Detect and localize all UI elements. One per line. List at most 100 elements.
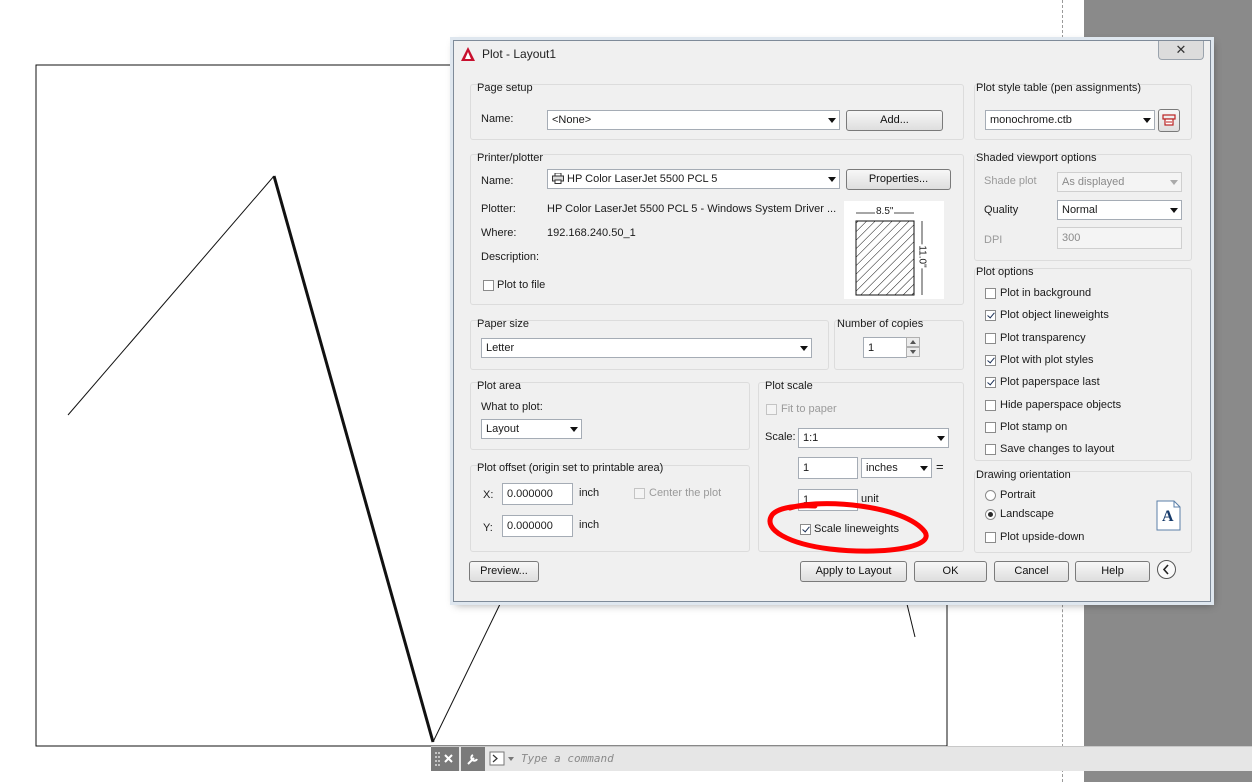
customize-wrench-icon[interactable]: [461, 747, 485, 771]
paper-size-select[interactable]: Letter: [481, 338, 812, 358]
drawing-line-thick: [272, 175, 435, 743]
dpi-label: DPI: [984, 234, 1003, 246]
plot-option-label[interactable]: Save changes to layout: [1000, 443, 1114, 455]
plot-upside-down-checkbox[interactable]: [985, 532, 996, 543]
printer-properties-button[interactable]: Properties...: [846, 169, 951, 190]
quality-select[interactable]: Normal: [1057, 200, 1182, 220]
plot-option-label[interactable]: Hide paperspace objects: [1000, 399, 1121, 411]
cancel-button[interactable]: Cancel: [994, 561, 1069, 582]
scale-lineweights-checkbox[interactable]: [800, 524, 811, 535]
landscape-label[interactable]: Landscape: [1000, 508, 1054, 520]
quality-label: Quality: [984, 204, 1019, 216]
chevron-down-icon: [1143, 118, 1151, 123]
number-of-copies-label: Number of copies: [837, 318, 924, 330]
drawing-orientation-label: Drawing orientation: [976, 469, 1071, 481]
plot-upside-down-label[interactable]: Plot upside-down: [1000, 531, 1084, 543]
ok-button[interactable]: OK: [914, 561, 987, 582]
printer-name-select[interactable]: HP Color LaserJet 5500 PCL 5: [547, 169, 840, 189]
chevron-down-icon: [1170, 180, 1178, 185]
copies-spinner[interactable]: [906, 337, 920, 357]
dpi-input[interactable]: 300: [1057, 227, 1182, 249]
center-the-plot-label: Center the plot: [649, 487, 722, 499]
command-input[interactable]: Type a command: [521, 752, 614, 765]
fit-to-paper-checkbox[interactable]: [766, 404, 777, 415]
portrait-label[interactable]: Portrait: [1000, 489, 1035, 501]
chevron-down-icon: [1170, 208, 1178, 213]
plot-option-label[interactable]: Plot transparency: [1000, 332, 1086, 344]
plot-style-table-select[interactable]: monochrome.ctb: [985, 110, 1155, 130]
paper-width-label: 8.5": [875, 206, 895, 217]
plot-scale-label: Plot scale: [765, 380, 813, 392]
description-label: Description:: [481, 251, 540, 263]
plot-to-file-checkbox[interactable]: [483, 280, 494, 291]
plotter-value: HP Color LaserJet 5500 PCL 5 - Windows S…: [547, 203, 837, 215]
scale-equals: =: [936, 459, 944, 474]
offset-x-label: X:: [483, 489, 494, 501]
grip-handle-icon: [435, 752, 453, 766]
fit-to-paper-label: Fit to paper: [781, 403, 837, 415]
apply-to-layout-button[interactable]: Apply to Layout: [800, 561, 907, 582]
offset-y-label: Y:: [483, 522, 493, 534]
shade-plot-label: Shade plot: [984, 175, 1037, 187]
spin-down-icon[interactable]: [906, 347, 920, 357]
chevron-down-icon: [828, 177, 836, 182]
plot-option-checkbox[interactable]: [985, 333, 996, 344]
command-line-grip[interactable]: [431, 747, 459, 771]
autocad-logo-icon: [461, 47, 475, 61]
landscape-radio[interactable]: [985, 509, 996, 520]
where-value: 192.168.240.50_1: [547, 227, 636, 239]
center-the-plot-checkbox[interactable]: [634, 488, 645, 499]
chevron-down-icon: [920, 466, 928, 471]
plot-area-group: [470, 382, 750, 450]
orientation-preview-icon: A: [1156, 500, 1181, 531]
plot-option-label[interactable]: Plot with plot styles: [1000, 354, 1094, 366]
command-line-bar: Type a command: [431, 746, 1252, 771]
printer-plotter-label: Printer/plotter: [477, 152, 544, 164]
number-of-copies-input[interactable]: 1: [863, 337, 907, 358]
close-button[interactable]: ✕: [1158, 41, 1204, 60]
page-setup-name-select[interactable]: <None>: [547, 110, 840, 130]
spin-up-icon[interactable]: [906, 337, 920, 347]
plot-offset-group: [470, 465, 750, 552]
plot-option-checkbox[interactable]: [985, 288, 996, 299]
scale-select[interactable]: 1:1: [798, 428, 949, 448]
page-setup-name-label: Name:: [481, 113, 514, 125]
portrait-radio[interactable]: [985, 490, 996, 501]
plot-option-checkbox[interactable]: [985, 355, 996, 366]
plot-option-label[interactable]: Plot object lineweights: [1000, 309, 1109, 321]
scale-value2-input[interactable]: 1: [798, 489, 858, 511]
plot-option-checkbox[interactable]: [985, 310, 996, 321]
what-to-plot-select[interactable]: Layout: [481, 419, 582, 439]
plot-to-file-label[interactable]: Plot to file: [497, 279, 545, 291]
wrench-icon: [467, 754, 478, 765]
printer-icon: [552, 172, 564, 184]
command-prompt-icon[interactable]: [489, 751, 517, 767]
offset-x-input[interactable]: 0.000000: [502, 483, 573, 505]
edit-plot-style-button[interactable]: [1158, 109, 1180, 132]
offset-y-input[interactable]: 0.000000: [502, 515, 573, 537]
plot-option-checkbox[interactable]: [985, 444, 996, 455]
chevron-down-icon: [937, 436, 945, 441]
preview-button[interactable]: Preview...: [469, 561, 539, 582]
add-page-setup-button[interactable]: Add...: [846, 110, 943, 131]
help-button[interactable]: Help: [1075, 561, 1150, 582]
what-to-plot-label: What to plot:: [481, 401, 543, 413]
chevron-down-icon: [800, 346, 808, 351]
chevron-down-icon: [828, 118, 836, 123]
edit-plot-style-icon: [1162, 114, 1176, 126]
printer-name-label: Name:: [481, 175, 514, 187]
collapse-options-button[interactable]: [1157, 560, 1176, 579]
scale-lineweights-label[interactable]: Scale lineweights: [814, 523, 899, 535]
scale-value1-input[interactable]: 1: [798, 457, 858, 479]
scale-units-select[interactable]: inches: [861, 458, 932, 478]
plot-option-label[interactable]: Plot stamp on: [1000, 421, 1067, 433]
plot-option-checkbox[interactable]: [985, 400, 996, 411]
plot-option-checkbox[interactable]: [985, 377, 996, 388]
plot-option-label[interactable]: Plot in background: [1000, 287, 1091, 299]
plot-option-label[interactable]: Plot paperspace last: [1000, 376, 1100, 388]
shaded-viewport-options-label: Shaded viewport options: [976, 152, 1097, 164]
shade-plot-select[interactable]: As displayed: [1057, 172, 1182, 192]
dialog-titlebar[interactable]: Plot - Layout1 ✕: [454, 41, 1210, 67]
plot-option-checkbox[interactable]: [985, 422, 996, 433]
plotter-label: Plotter:: [481, 203, 516, 215]
